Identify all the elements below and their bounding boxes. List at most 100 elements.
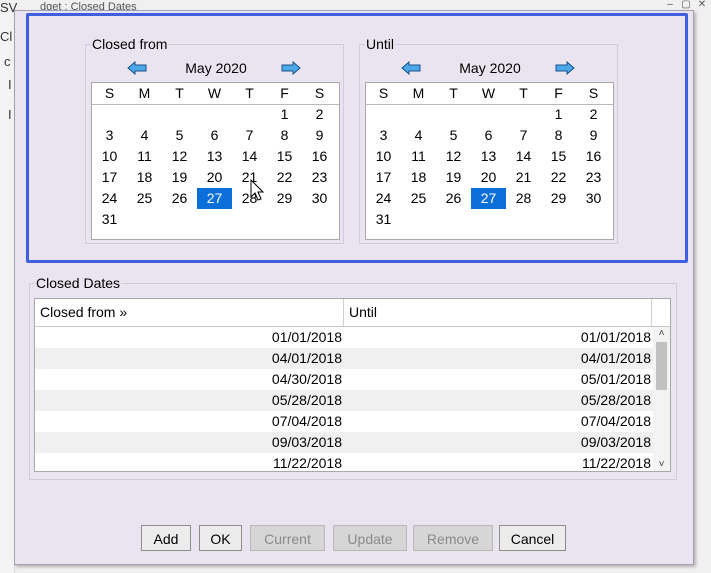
calendar-day[interactable]: 9 — [302, 125, 337, 146]
calendar-day[interactable]: 12 — [162, 146, 197, 167]
calendar-day[interactable]: 14 — [232, 146, 267, 167]
calendar-day[interactable]: 25 — [401, 188, 436, 209]
until-calendar-grid[interactable]: SMTWTFS 1 2 3 4 5 6 7 8 9 10 11 12 13 14 15 16 17 18 19 20 2… — [365, 82, 614, 240]
minimize-icon[interactable]: – — [665, 0, 675, 10]
current-button[interactable]: Current — [250, 525, 325, 551]
calendar-day[interactable]: 5 — [162, 125, 197, 146]
scroll-thumb[interactable] — [656, 342, 667, 390]
calendar-day[interactable]: 9 — [576, 125, 611, 146]
table-row[interactable]: 09/03/2018 09/03/2018 — [35, 432, 653, 453]
calendar-day[interactable]: 22 — [541, 167, 576, 188]
calendar-day[interactable]: 20 — [197, 167, 232, 188]
calendar-day[interactable]: 2 — [302, 104, 337, 125]
calendar-day[interactable]: 28 — [506, 188, 541, 209]
calendar-day[interactable]: 23 — [302, 167, 337, 188]
weekday-label: T — [245, 85, 254, 101]
calendar-day[interactable]: 2 — [576, 104, 611, 125]
calendar-day[interactable]: 22 — [267, 167, 302, 188]
background-text-fragment: I — [8, 107, 12, 122]
calendar-day[interactable]: 10 — [92, 146, 127, 167]
calendar-day[interactable]: 17 — [366, 167, 401, 188]
calendar-day[interactable]: 6 — [197, 125, 232, 146]
calendar-day[interactable]: 17 — [92, 167, 127, 188]
calendar-day[interactable]: 16 — [302, 146, 337, 167]
remove-button[interactable]: Remove — [413, 525, 493, 551]
table-row[interactable]: 04/30/2018 05/01/2018 — [35, 369, 653, 390]
calendar-day[interactable]: 1 — [541, 104, 576, 125]
calendar-day[interactable]: 26 — [162, 188, 197, 209]
next-month-arrow-icon[interactable] — [280, 57, 302, 79]
update-button[interactable]: Update — [333, 525, 407, 551]
scroll-down-icon[interactable]: ˅ — [653, 458, 670, 471]
ok-button[interactable]: OK — [199, 525, 242, 551]
calendar-day[interactable]: 21 — [506, 167, 541, 188]
previous-month-arrow-icon[interactable] — [400, 57, 422, 79]
calendar-day[interactable]: 30 — [576, 188, 611, 209]
calendar-day[interactable]: 23 — [576, 167, 611, 188]
calendar-day[interactable]: 29 — [541, 188, 576, 209]
table-row[interactable]: 05/28/2018 05/28/2018 — [35, 390, 653, 411]
cell-until: 09/03/2018 — [580, 434, 651, 450]
close-icon[interactable]: ✕ — [697, 0, 707, 10]
table-row[interactable]: 01/01/2018 01/01/2018 — [35, 327, 653, 348]
calendar-day[interactable]: 31 — [92, 209, 127, 230]
calendar-day[interactable]: 18 — [127, 167, 162, 188]
calendar-day[interactable]: 31 — [366, 209, 401, 230]
column-header-closed-from[interactable]: Closed from » — [35, 299, 344, 326]
calendar-day[interactable]: 19 — [162, 167, 197, 188]
scroll-up-icon[interactable]: ˄ — [653, 327, 670, 341]
calendar-day[interactable]: 29 — [267, 188, 302, 209]
calendar-day[interactable]: 10 — [366, 146, 401, 167]
calendar-day[interactable]: 20 — [471, 167, 506, 188]
calendar-day[interactable]: 4 — [127, 125, 162, 146]
calendar-day[interactable]: 15 — [267, 146, 302, 167]
calendar-day[interactable]: 11 — [401, 146, 436, 167]
calendar-day[interactable]: 7 — [506, 125, 541, 146]
calendar-day[interactable]: 24 — [92, 188, 127, 209]
calendar-day[interactable]: 26 — [436, 188, 471, 209]
calendar-day[interactable]: 13 — [471, 146, 506, 167]
maximize-icon[interactable]: ▢ — [681, 0, 691, 10]
calendar-day[interactable]: 7 — [232, 125, 267, 146]
calendar-day[interactable]: 13 — [197, 146, 232, 167]
closed-from-calendar-grid[interactable]: SMTWTFS 1 2 3 4 5 6 7 8 9 10 11 12 13 14 15 16 17 18 19 20 2… — [91, 82, 340, 240]
calendar-day[interactable]: 5 — [436, 125, 471, 146]
table-row[interactable]: 11/22/2018 11/22/2018 — [35, 453, 653, 471]
calendar-day[interactable]: 15 — [541, 146, 576, 167]
calendar-day[interactable]: 24 — [366, 188, 401, 209]
calendar-day[interactable]: 27 — [471, 188, 506, 209]
calendar-day[interactable]: 3 — [366, 125, 401, 146]
next-month-arrow-icon[interactable] — [554, 57, 576, 79]
calendar-day[interactable]: 6 — [471, 125, 506, 146]
calendar-day[interactable]: 16 — [576, 146, 611, 167]
cancel-button[interactable]: Cancel — [499, 525, 566, 551]
weekday-label: F — [554, 85, 563, 101]
column-header-until[interactable]: Until — [344, 299, 652, 326]
cell-until: 11/22/2018 — [581, 455, 651, 471]
calendar-day[interactable]: 3 — [92, 125, 127, 146]
cell-until: 07/04/2018 — [580, 413, 651, 429]
background-text-fragment: c — [4, 54, 11, 69]
calendar-day[interactable]: 8 — [541, 125, 576, 146]
table-scrollbar[interactable]: ˄ ˅ — [653, 327, 670, 471]
calendar-day[interactable]: 18 — [401, 167, 436, 188]
calendar-day[interactable]: 11 — [127, 146, 162, 167]
closed-dates-table[interactable]: Closed from » Until 01/01/2018 01/01/2018… — [34, 298, 671, 472]
calendar-day[interactable]: 4 — [401, 125, 436, 146]
calendar-day[interactable]: 25 — [127, 188, 162, 209]
table-header: Closed from » Until — [35, 299, 670, 327]
calendar-day[interactable]: 30 — [302, 188, 337, 209]
until-month-bar: May 2020 — [365, 57, 615, 79]
previous-month-arrow-icon[interactable] — [126, 57, 148, 79]
calendar-day[interactable]: 1 — [267, 104, 302, 125]
add-button[interactable]: Add — [141, 525, 191, 551]
calendar-day[interactable]: 8 — [267, 125, 302, 146]
closed-from-group: Closed from May 2020 SMTWTFS 1 2 3 4 5 6 7 8 9 10… — [85, 36, 344, 244]
table-row[interactable]: 04/01/2018 04/01/2018 — [35, 348, 653, 369]
closed-dates-caption: Closed Dates — [35, 275, 122, 291]
calendar-day[interactable]: 27 — [197, 188, 232, 209]
table-row[interactable]: 07/04/2018 07/04/2018 — [35, 411, 653, 432]
calendar-day[interactable]: 19 — [436, 167, 471, 188]
calendar-day[interactable]: 12 — [436, 146, 471, 167]
calendar-day[interactable]: 14 — [506, 146, 541, 167]
